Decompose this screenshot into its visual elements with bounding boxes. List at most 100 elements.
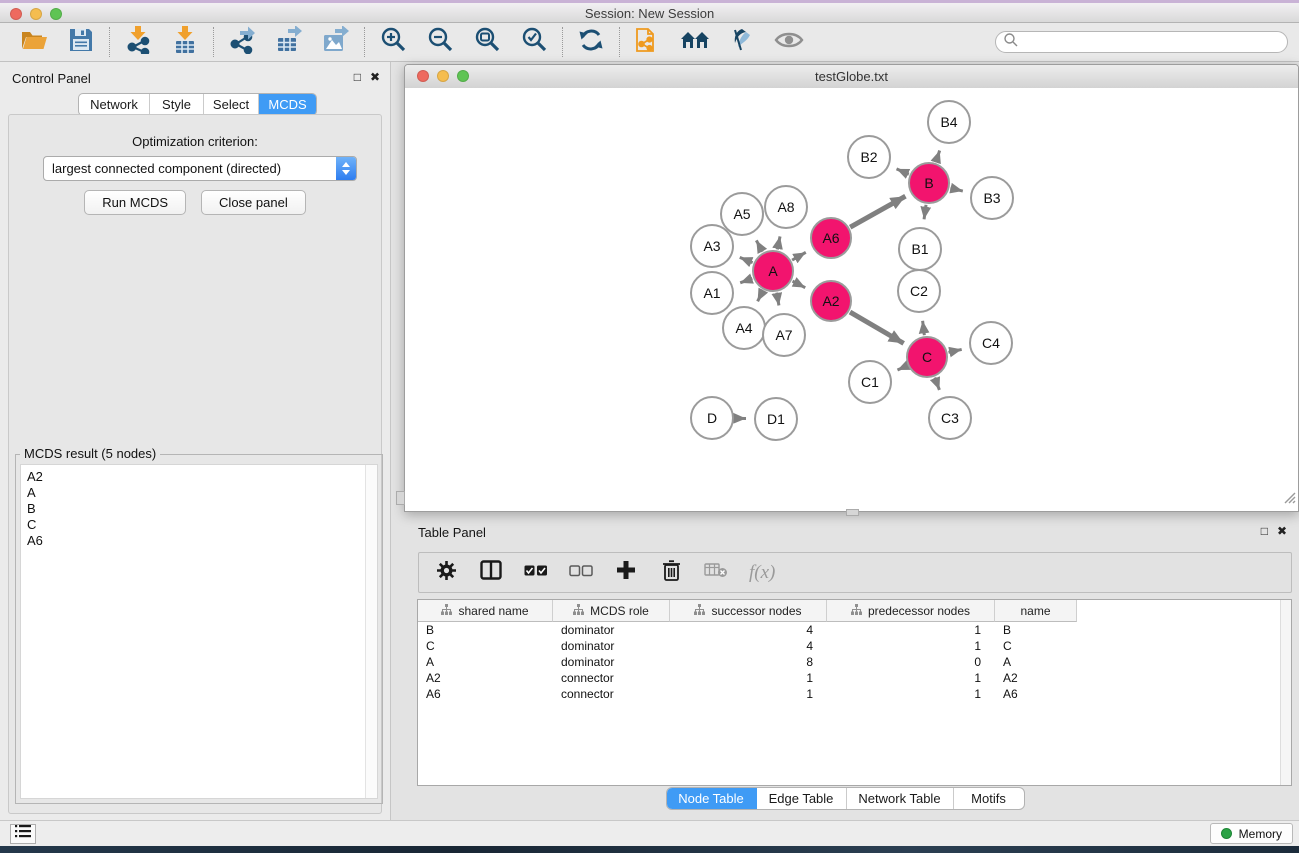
graph-node-A1[interactable]: A1 (691, 272, 733, 314)
table-row[interactable]: Adominator80A (418, 654, 1291, 670)
table-cell[interactable]: connector (553, 686, 670, 702)
table-cell[interactable]: 1 (670, 686, 827, 702)
graph-edge-B-B2[interactable] (897, 169, 909, 174)
table-cell[interactable]: A (418, 654, 553, 670)
home-layout-button[interactable] (680, 27, 710, 57)
table-cell[interactable]: A2 (995, 670, 1077, 686)
new-network-from-selection-button[interactable] (633, 27, 663, 57)
show-columns-button[interactable] (479, 561, 503, 585)
graph-edge-A-A8[interactable] (777, 236, 780, 249)
graph-node-C4[interactable]: C4 (970, 322, 1012, 364)
graph-node-B3[interactable]: B3 (971, 177, 1013, 219)
import-network-button[interactable] (123, 27, 153, 57)
graph-edge-A6-B[interactable] (850, 196, 905, 227)
table-cell[interactable]: 1 (827, 686, 995, 702)
mcds-result-item[interactable]: A2 (27, 469, 377, 485)
graph-node-A2[interactable]: A2 (811, 281, 851, 321)
graph-edge-A-A2[interactable] (793, 281, 806, 288)
graph-node-C1[interactable]: C1 (849, 361, 891, 403)
table-cell[interactable]: B (418, 622, 553, 638)
zoom-fit-button[interactable] (472, 27, 502, 57)
graph-edge-C-C4[interactable] (948, 349, 961, 352)
export-table-button[interactable] (274, 27, 304, 57)
graph-edge-A-A7[interactable] (777, 293, 779, 306)
float-panel-icon[interactable]: □ (354, 70, 361, 84)
graph-node-B2[interactable]: B2 (848, 136, 890, 178)
graph-node-A[interactable]: A (753, 251, 793, 291)
table-cell[interactable]: 1 (670, 670, 827, 686)
table-cell[interactable]: 4 (670, 638, 827, 654)
column-header-successor-nodes[interactable]: successor nodes (670, 600, 827, 622)
save-session-button[interactable] (66, 27, 96, 57)
graph-edge-A-A3[interactable] (740, 257, 753, 262)
table-row[interactable]: A6connector11A6 (418, 686, 1291, 702)
graph-node-A7[interactable]: A7 (763, 314, 805, 356)
table-cell[interactable]: 8 (670, 654, 827, 670)
graph-node-C[interactable]: C (907, 337, 947, 377)
close-panel-icon[interactable]: ✖ (370, 70, 380, 84)
mcds-list-scrollbar[interactable] (365, 465, 377, 798)
table-cell[interactable]: 1 (827, 638, 995, 654)
export-image-button[interactable] (321, 27, 351, 57)
column-header-shared-name[interactable]: shared name (418, 600, 553, 622)
tab-network-table[interactable]: Network Table (847, 788, 954, 809)
mcds-result-item[interactable]: A (27, 485, 377, 501)
graph-edge-C-C1[interactable] (897, 366, 906, 370)
zoom-selected-button[interactable] (519, 27, 549, 57)
graph-edge-A-A5[interactable] (756, 240, 762, 251)
table-cell[interactable]: 4 (670, 622, 827, 638)
mcds-result-list[interactable]: A2ABCA6 (20, 464, 378, 799)
criterion-dropdown[interactable]: largest connected component (directed) (43, 156, 357, 181)
tab-select[interactable]: Select (204, 94, 259, 115)
tab-edge-table[interactable]: Edge Table (757, 788, 847, 809)
deselect-all-button[interactable] (569, 561, 593, 585)
mcds-result-item[interactable]: B (27, 501, 377, 517)
graph-node-A4[interactable]: A4 (723, 307, 765, 349)
graph-node-A3[interactable]: A3 (691, 225, 733, 267)
memory-button[interactable]: Memory (1210, 823, 1293, 844)
zoom-in-button[interactable] (378, 27, 408, 57)
tab-motifs[interactable]: Motifs (954, 788, 1024, 809)
table-cell[interactable]: C (995, 638, 1077, 654)
tab-style[interactable]: Style (150, 94, 204, 115)
apply-style-button[interactable] (727, 27, 757, 57)
table-cell[interactable]: C (418, 638, 553, 654)
table-cell[interactable]: dominator (553, 638, 670, 654)
table-cell[interactable]: A6 (418, 686, 553, 702)
search-input[interactable] (1019, 32, 1287, 52)
resize-grip-icon[interactable] (1282, 490, 1296, 509)
dropdown-stepper-icon[interactable] (336, 157, 356, 180)
graph-edge-B-B3[interactable] (950, 188, 962, 191)
graph-node-C3[interactable]: C3 (929, 397, 971, 439)
graph-node-B[interactable]: B (909, 163, 949, 203)
tab-network[interactable]: Network (79, 94, 150, 115)
column-header-mcds-role[interactable]: MCDS role (553, 600, 670, 622)
table-cell[interactable]: A6 (995, 686, 1077, 702)
table-row[interactable]: Bdominator41B (418, 622, 1291, 638)
table-cell[interactable]: A (995, 654, 1077, 670)
table-cell[interactable]: dominator (553, 622, 670, 638)
table-cell[interactable]: A2 (418, 670, 553, 686)
tab-mcds[interactable]: MCDS (259, 94, 316, 115)
close-table-panel-icon[interactable]: ✖ (1277, 524, 1287, 538)
graph-edge-C-C3[interactable] (935, 378, 940, 390)
task-history-button[interactable] (10, 824, 36, 844)
graph-edge-A-A6[interactable] (792, 252, 806, 260)
table-row[interactable]: Cdominator41C (418, 638, 1291, 654)
float-table-panel-icon[interactable]: □ (1261, 524, 1268, 538)
network-window-titlebar[interactable]: testGlobe.txt (405, 65, 1298, 89)
graph-edge-C-C2[interactable] (923, 321, 925, 335)
table-cell[interactable]: 1 (827, 670, 995, 686)
close-panel-button[interactable]: Close panel (201, 190, 306, 215)
graph-node-A8[interactable]: A8 (765, 186, 807, 228)
select-all-button[interactable] (524, 561, 548, 585)
delete-table-button[interactable] (704, 561, 728, 585)
mcds-result-item[interactable]: C (27, 517, 377, 533)
function-builder-button[interactable]: f(x) (749, 561, 775, 585)
run-mcds-button[interactable]: Run MCDS (84, 190, 186, 215)
table-cell[interactable]: connector (553, 670, 670, 686)
graph-node-C2[interactable]: C2 (898, 270, 940, 312)
table-row[interactable]: A2connector11A2 (418, 670, 1291, 686)
delete-columns-button[interactable] (659, 561, 683, 585)
import-table-button[interactable] (170, 27, 200, 57)
